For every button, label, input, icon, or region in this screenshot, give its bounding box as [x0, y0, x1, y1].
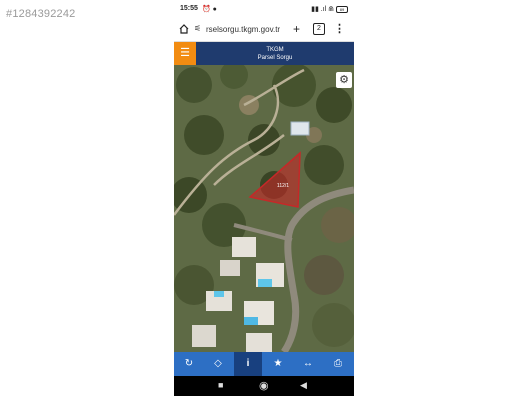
info-button[interactable]: i — [234, 352, 262, 376]
watermark-text: #1284392242 — [6, 8, 76, 20]
status-right-icons: ▮▮ .ıl ⋒ 89 — [311, 5, 348, 13]
status-time: 15:55 — [180, 5, 198, 12]
android-nav-bar: ■ ◉ ◀ — [174, 376, 354, 396]
app-subtitle: Parsel Sorgu — [257, 55, 293, 61]
print-button[interactable]: ⎙ — [324, 352, 352, 376]
settings-gear-icon[interactable]: ⚙ — [336, 72, 352, 88]
status-icons: ⏰ ● — [202, 6, 217, 13]
tab-count-button[interactable]: 2 — [313, 23, 325, 35]
new-tab-button[interactable]: + — [293, 22, 300, 36]
phone-screen: 15:55 ⏰ ● ▮▮ .ıl ⋒ 89 ⚟ rselsorgu.tkgm.g… — [174, 0, 354, 396]
home-nav-button[interactable]: ◉ — [259, 379, 269, 392]
browser-bar: ⚟ rselsorgu.tkgm.gov.tr + 2 ⋮ — [174, 19, 354, 42]
hamburger-menu-button[interactable]: ☰ — [174, 42, 196, 65]
app-header: ☰ TKGM Parsel Sorgu — [174, 42, 354, 65]
parcel-label: 112/1 — [277, 183, 289, 189]
signal-icon: ▮▮ .ıl ⋒ — [311, 6, 335, 13]
app-title: TKGM — [266, 47, 284, 53]
locate-button[interactable]: ◇ — [204, 352, 232, 376]
site-settings-icon[interactable]: ⚟ — [194, 24, 201, 33]
url-field[interactable]: rselsorgu.tkgm.gov.tr — [206, 25, 280, 34]
browser-menu-button[interactable]: ⋮ — [334, 22, 345, 35]
back-nav-button[interactable]: ◀ — [300, 380, 307, 391]
home-icon[interactable] — [179, 24, 189, 36]
map-imagery: 112/1 — [174, 65, 354, 352]
status-bar: 15:55 ⏰ ● ▮▮ .ıl ⋒ 89 — [174, 0, 354, 19]
refresh-button[interactable]: ↻ — [175, 352, 203, 376]
battery-icon: 89 — [336, 5, 348, 13]
favorite-button[interactable]: ★ — [264, 352, 292, 376]
measure-button[interactable]: ↔ — [294, 352, 322, 376]
bottom-toolbar: ↻ ◇ i ★ ↔ ⎙ — [174, 352, 354, 376]
app-title-block: TKGM Parsel Sorgu — [196, 46, 354, 62]
satellite-map[interactable]: 112/1 ⚙ — [174, 65, 354, 352]
recent-apps-button[interactable]: ■ — [218, 380, 223, 390]
